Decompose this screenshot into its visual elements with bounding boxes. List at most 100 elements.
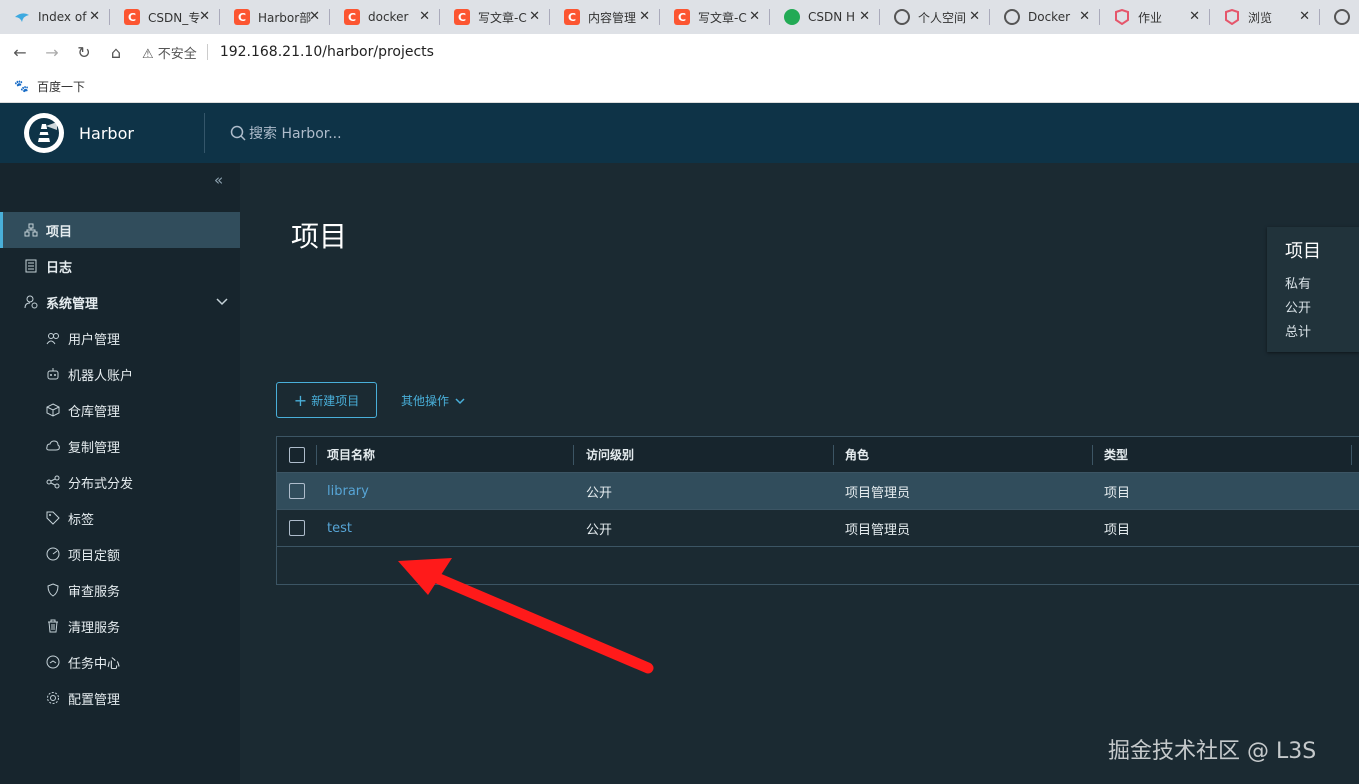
tab-title: 写文章-C — [698, 10, 747, 25]
browser-tab[interactable]: Docker ✕ — [990, 0, 1100, 34]
sidebar-item-registries[interactable]: 仓库管理 — [0, 392, 240, 428]
csdn-favicon-icon: C — [124, 9, 140, 25]
browser-tab[interactable]: 浏览 ✕ — [1210, 0, 1320, 34]
role-cell: 项目管理员 — [845, 485, 911, 501]
close-tab-icon[interactable]: ✕ — [529, 9, 540, 24]
bookmark-baidu[interactable]: 百度一下 — [37, 78, 85, 95]
tab-title: 浏览 — [1248, 10, 1273, 25]
chevron-down-icon — [455, 398, 465, 405]
close-tab-icon[interactable]: ✕ — [1079, 9, 1090, 24]
close-tab-icon[interactable]: ✕ — [969, 9, 980, 24]
close-tab-icon[interactable]: ✕ — [419, 9, 430, 24]
address-divider — [206, 44, 208, 60]
harbor-logo-icon[interactable] — [24, 113, 64, 153]
close-tab-icon[interactable]: ✕ — [89, 9, 100, 24]
browser-tab-strip: Index of ✕ C CSDN_专 ✕ C Harbor部 ✕ C dock… — [0, 0, 1359, 34]
close-tab-icon[interactable]: ✕ — [1299, 9, 1310, 24]
chevron-down-icon[interactable] — [216, 295, 228, 310]
sidebar-item-clean-up[interactable]: 清理服务 — [0, 608, 240, 644]
close-tab-icon[interactable]: ✕ — [199, 9, 210, 24]
shield-icon — [46, 583, 60, 597]
close-tab-icon[interactable]: ✕ — [309, 9, 320, 24]
back-arrow-icon[interactable]: ← — [8, 40, 32, 64]
sidebar-item-label: 用户管理 — [68, 332, 121, 348]
sidebar-item-users[interactable]: 用户管理 — [0, 320, 240, 356]
column-divider — [1092, 445, 1093, 465]
browser-tab[interactable]: C 写文章-C ✕ — [660, 0, 770, 34]
column-divider — [573, 445, 574, 465]
browser-tab[interactable]: Index of ✕ — [0, 0, 110, 34]
tab-title: docker — [368, 10, 409, 24]
search-icon — [230, 125, 246, 141]
browser-tab[interactable]: C 写文章-C ✕ — [440, 0, 550, 34]
more-actions-label: 其他操作 — [401, 394, 450, 408]
browser-tab[interactable]: CSDN H ✕ — [770, 0, 880, 34]
type-cell: 项目 — [1104, 522, 1131, 538]
project-name-link[interactable]: library — [327, 484, 369, 499]
sidebar-item-logs[interactable]: 日志 — [0, 248, 240, 284]
browser-tab[interactable] — [1320, 0, 1359, 34]
sidebar-item-labels[interactable]: 标签 — [0, 500, 240, 536]
more-actions-dropdown[interactable]: 其他操作 — [401, 392, 465, 409]
close-tab-icon[interactable]: ✕ — [749, 9, 760, 24]
browser-tab[interactable]: C CSDN_专 ✕ — [110, 0, 220, 34]
sidebar-item-quotas[interactable]: 项目定额 — [0, 536, 240, 572]
sidebar-item-label: 审查服务 — [68, 584, 121, 600]
csdn-favicon-icon: C — [454, 9, 470, 25]
tab-title: 写文章-C — [478, 10, 527, 25]
table-row[interactable]: library 公开 项目管理员 项目 — [277, 473, 1359, 510]
sidebar-item-projects[interactable]: 项目 — [0, 212, 240, 248]
tab-title: 作业 — [1138, 10, 1163, 25]
global-search[interactable]: 搜索 Harbor... — [230, 123, 342, 143]
new-project-button[interactable]: + 新建项目 — [276, 382, 377, 418]
column-header-type[interactable]: 类型 — [1104, 446, 1128, 463]
sidebar-item-label: 日志 — [46, 260, 73, 276]
url-field[interactable]: 192.168.21.10/harbor/projects — [220, 44, 434, 60]
summary-row-private: 私有 — [1285, 277, 1312, 292]
browser-tab[interactable]: C docker ✕ — [330, 0, 440, 34]
tag-icon — [46, 511, 60, 525]
row-checkbox[interactable] — [289, 483, 305, 499]
reload-icon[interactable]: ↻ — [72, 40, 96, 64]
home-icon[interactable]: ⌂ — [104, 40, 128, 64]
tab-title: Docker — [1028, 10, 1071, 24]
select-all-checkbox[interactable] — [289, 447, 305, 463]
sidebar-item-distribution[interactable]: 分布式分发 — [0, 464, 240, 500]
not-secure-warning[interactable]: ⚠ 不安全 — [142, 43, 197, 62]
sidebar-item-job-service[interactable]: 任务中心 — [0, 644, 240, 680]
csdn-favicon-icon: C — [344, 9, 360, 25]
column-header-access[interactable]: 访问级别 — [586, 446, 634, 463]
column-header-name[interactable]: 项目名称 — [327, 446, 375, 463]
close-tab-icon[interactable]: ✕ — [1189, 9, 1200, 24]
new-project-label: 新建项目 — [311, 393, 360, 408]
table-row[interactable]: test 公开 项目管理员 项目 — [277, 510, 1359, 547]
column-header-role[interactable]: 角色 — [845, 446, 869, 463]
trash-icon — [46, 619, 60, 633]
quota-icon — [46, 547, 60, 561]
project-name-link[interactable]: test — [327, 521, 352, 536]
search-input[interactable]: 搜索 Harbor... — [249, 123, 342, 143]
sidebar-item-robot-accounts[interactable]: 机器人账户 — [0, 356, 240, 392]
browser-tab[interactable]: 作业 ✕ — [1100, 0, 1210, 34]
close-tab-icon[interactable]: ✕ — [639, 9, 650, 24]
sidebar-item-admin[interactable]: 系统管理 — [0, 284, 240, 320]
row-checkbox[interactable] — [289, 520, 305, 536]
column-divider — [316, 445, 317, 465]
sidebar-item-scan-service[interactable]: 审查服务 — [0, 572, 240, 608]
browser-tab[interactable]: 个人空间 ✕ — [880, 0, 990, 34]
collapse-sidebar-icon[interactable]: « — [214, 171, 223, 189]
summary-row-total: 总计 — [1285, 325, 1312, 340]
sidebar-item-replications[interactable]: 复制管理 — [0, 428, 240, 464]
not-secure-label: 不安全 — [157, 46, 197, 62]
close-tab-icon[interactable]: ✕ — [859, 9, 870, 24]
brand-name[interactable]: Harbor — [79, 124, 134, 143]
browser-tab[interactable]: C 内容管理 ✕ — [550, 0, 660, 34]
address-bar: ← → ↻ ⌂ ⚠ 不安全 192.168.21.10/harbor/proje… — [0, 34, 1359, 70]
browser-tab[interactable]: C Harbor部 ✕ — [220, 0, 330, 34]
main-content: 项目 项目 私有 公开 总计 + 新建项目 其他操作 项目名称 访问级别 角色 … — [240, 163, 1359, 784]
sidebar-item-configuration[interactable]: 配置管理 — [0, 680, 240, 716]
tab-title: Index of — [38, 10, 87, 24]
tab-title: 个人空间 — [918, 10, 967, 25]
sidebar-item-label: 配置管理 — [68, 692, 121, 708]
forward-arrow-icon[interactable]: → — [40, 40, 64, 64]
